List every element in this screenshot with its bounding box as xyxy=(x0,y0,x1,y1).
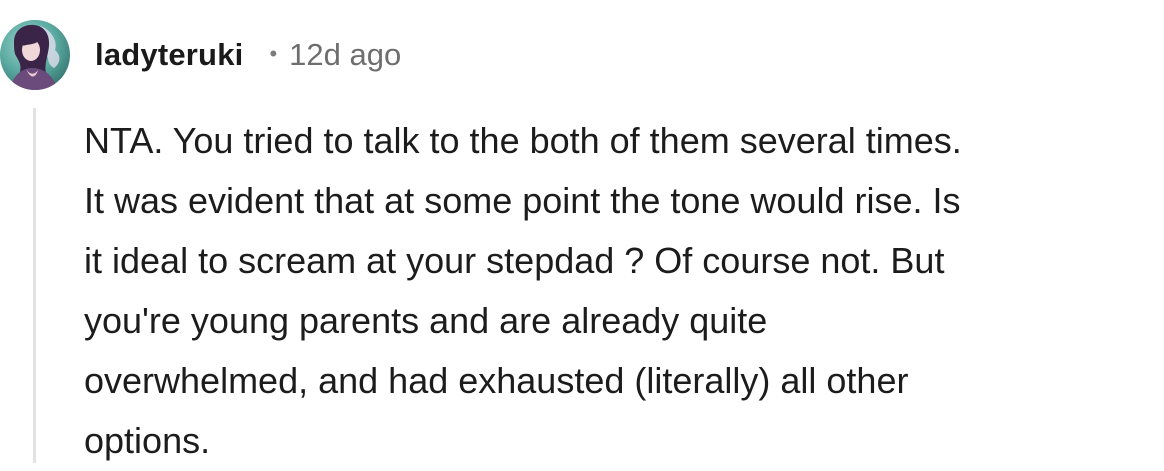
comment-meta: ladyteruki • 12d ago xyxy=(95,33,401,77)
username-link[interactable]: ladyteruki xyxy=(95,37,243,73)
comment-body-line: it ideal to scream at your stepdad ? Of … xyxy=(84,240,945,281)
user-avatar-icon xyxy=(0,20,70,90)
comment-timestamp[interactable]: 12d ago xyxy=(289,37,401,73)
comment-body-line: It was evident that at some point the to… xyxy=(84,180,961,221)
meta-separator: • xyxy=(269,41,278,66)
comment: ladyteruki • 12d ago NTA. You tried to t… xyxy=(0,0,1164,463)
comment-body-line: overwhelmed, and had exhausted (literall… xyxy=(84,360,909,401)
comment-body: NTA. You tried to talk to the both of th… xyxy=(84,111,1160,471)
user-avatar[interactable] xyxy=(0,20,70,90)
comment-body-line: you're young parents and are already qui… xyxy=(84,300,768,341)
comment-body-line: NTA. You tried to talk to the both of th… xyxy=(84,120,962,161)
comment-body-line: options. xyxy=(84,420,211,461)
thread-collapse-line[interactable] xyxy=(33,108,36,463)
